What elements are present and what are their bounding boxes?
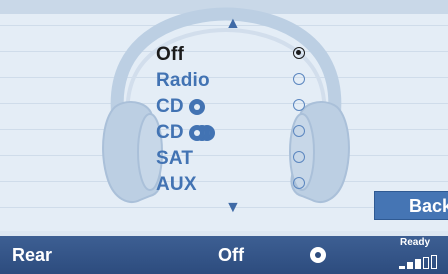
menu-item-label: Off xyxy=(156,44,185,65)
menu-item-cd-changer[interactable]: CD xyxy=(156,120,326,146)
menu-item-off[interactable]: Off xyxy=(156,42,326,68)
signal-strength-icon xyxy=(399,255,447,269)
menu-item-sat[interactable]: SAT xyxy=(156,146,326,172)
menu-item-label: SAT xyxy=(156,148,194,169)
zone-label: Rear xyxy=(12,245,53,265)
disc-icon xyxy=(310,247,326,263)
menu-item-radio[interactable]: Radio xyxy=(156,68,326,94)
menu-item-label: AUX xyxy=(156,174,197,195)
radio-icon xyxy=(293,151,305,163)
radio-selected-icon xyxy=(293,47,305,59)
menu-item-label: CD xyxy=(156,122,184,143)
scroll-up-icon[interactable]: ▲ xyxy=(225,16,241,32)
menu-item-aux[interactable]: AUX xyxy=(156,172,326,198)
menu-item-cd[interactable]: CD xyxy=(156,94,326,120)
radio-icon xyxy=(293,125,305,137)
scroll-down-icon[interactable]: ▼ xyxy=(225,200,241,216)
source-selection-screen: ▲ Off Radio CD CD SAT AUX ▼ Back xyxy=(0,0,448,231)
ready-label: Ready xyxy=(400,237,431,248)
radio-icon xyxy=(293,99,305,111)
source-menu: Off Radio CD CD SAT AUX xyxy=(156,42,326,198)
cd-changer-icon xyxy=(188,125,215,141)
radio-icon xyxy=(293,177,305,189)
status-bar: Rear Off Ready xyxy=(0,236,448,274)
menu-item-label: CD xyxy=(156,96,184,117)
menu-item-label: Radio xyxy=(156,70,210,91)
radio-icon xyxy=(293,73,305,85)
current-source-label: Off xyxy=(218,245,244,265)
back-button[interactable]: Back xyxy=(374,191,448,220)
cd-icon xyxy=(188,99,205,115)
